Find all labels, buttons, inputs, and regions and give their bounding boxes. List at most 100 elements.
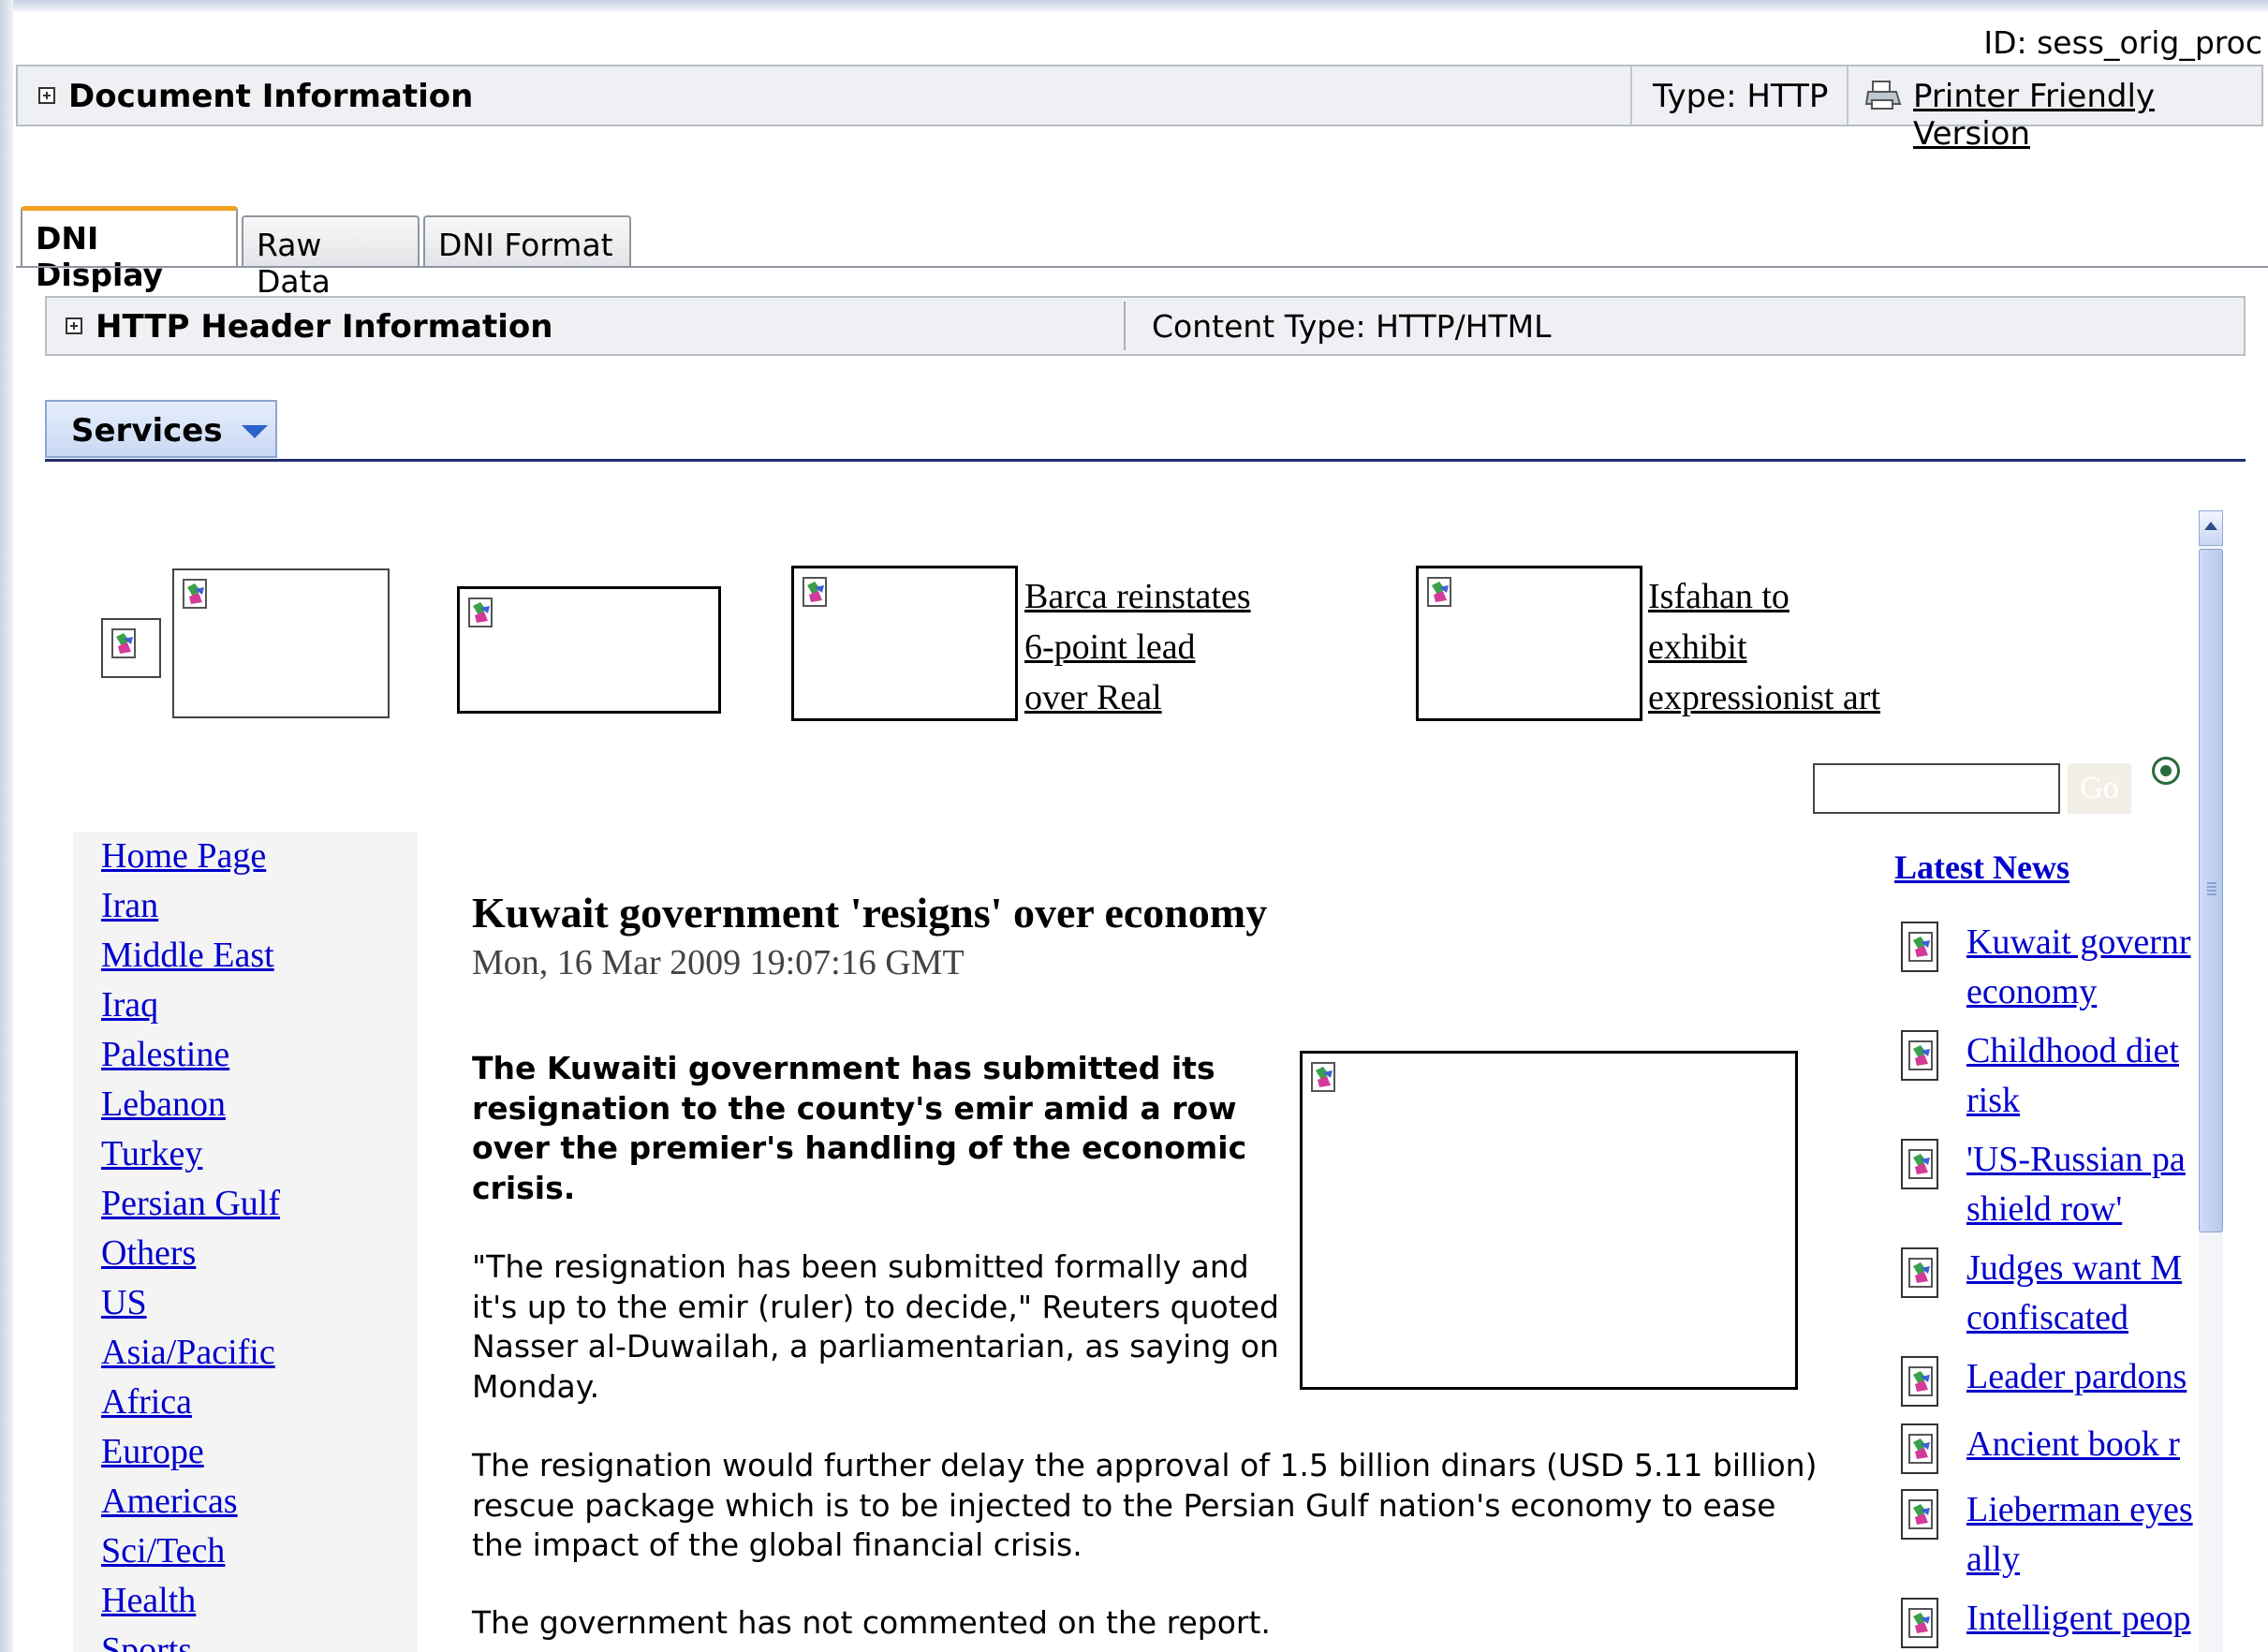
promo-image[interactable] bbox=[101, 618, 161, 678]
content-type-label: Content Type: HTTP/HTML bbox=[1152, 308, 1552, 345]
news-thumb[interactable] bbox=[1901, 1030, 1938, 1081]
nav-link-health[interactable]: Health bbox=[101, 1580, 196, 1621]
document-type-label: Type: HTTP bbox=[1653, 78, 1829, 115]
http-header-title[interactable]: HTTP Header Information bbox=[96, 308, 552, 346]
promo-title-line[interactable]: Barca reinstates bbox=[1024, 571, 1251, 622]
news-link[interactable]: ally bbox=[1966, 1535, 2020, 1585]
news-link[interactable]: shield row' bbox=[1966, 1185, 2122, 1234]
promo-link-barca[interactable]: Barca reinstates 6-point lead over Real bbox=[1024, 571, 1251, 723]
broken-image-icon bbox=[1908, 1149, 1933, 1179]
document-info-title[interactable]: Document Information bbox=[68, 78, 473, 115]
promo-title-line[interactable]: exhibit bbox=[1648, 622, 1880, 672]
news-link[interactable]: Leader pardons bbox=[1966, 1352, 2187, 1402]
news-thumb[interactable] bbox=[1901, 1139, 1938, 1189]
news-thumb[interactable] bbox=[1901, 922, 1938, 972]
nav-link-europe[interactable]: Europe bbox=[101, 1431, 204, 1472]
nav-link-lebanon[interactable]: Lebanon bbox=[101, 1084, 226, 1125]
latest-news-title[interactable]: Latest News bbox=[1894, 848, 2069, 887]
news-link[interactable]: risk bbox=[1966, 1076, 2020, 1126]
broken-image-icon bbox=[1427, 577, 1451, 607]
printer-icon[interactable] bbox=[1864, 80, 1902, 111]
dni-content-frame: Barca reinstates 6-point lead over Real … bbox=[45, 506, 2199, 1652]
services-menu-button[interactable]: Services bbox=[45, 400, 277, 458]
promo-title-line[interactable]: 6-point lead bbox=[1024, 622, 1251, 672]
broken-image-icon bbox=[1908, 1040, 1933, 1070]
divider bbox=[1847, 66, 1848, 125]
news-link[interactable]: Kuwait governr bbox=[1966, 918, 2191, 967]
scroll-up-button[interactable] bbox=[2199, 510, 2223, 546]
scrollbar-grip-icon bbox=[2207, 882, 2216, 895]
services-rule bbox=[45, 459, 2246, 462]
nav-link-us[interactable]: US bbox=[101, 1282, 147, 1323]
tab-dni-format[interactable]: DNI Format bbox=[423, 215, 631, 267]
news-thumb[interactable] bbox=[1901, 1598, 1938, 1648]
latest-news-list: Kuwait governr economy Childhood diet ri… bbox=[1901, 918, 2199, 1652]
expand-icon[interactable] bbox=[38, 87, 55, 104]
tab-raw-data[interactable]: Raw Data bbox=[242, 215, 420, 300]
nav-link-iraq[interactable]: Iraq bbox=[101, 984, 158, 1025]
article-paragraph: The resignation would further delay the … bbox=[472, 1447, 1818, 1563]
window-top-edge bbox=[0, 0, 2268, 11]
broken-image-icon bbox=[803, 577, 827, 607]
tab-dni-display[interactable]: DNI Display bbox=[21, 206, 238, 293]
nav-link-home-page[interactable]: Home Page bbox=[101, 835, 266, 877]
document-info-bar: Document Information Type: HTTP Printer … bbox=[16, 65, 2263, 153]
nav-link-americas[interactable]: Americas bbox=[101, 1481, 238, 1522]
broken-image-icon bbox=[468, 597, 493, 627]
broken-image-icon bbox=[1908, 1258, 1933, 1288]
broken-image-icon bbox=[1311, 1062, 1335, 1092]
news-link[interactable]: economy bbox=[1966, 967, 2097, 1017]
news-link[interactable]: Lieberman eyes bbox=[1966, 1485, 2193, 1535]
news-thumb[interactable] bbox=[1901, 1423, 1938, 1474]
nav-link-sci-tech[interactable]: Sci/Tech bbox=[101, 1530, 225, 1571]
broken-image-icon bbox=[183, 579, 207, 609]
news-thumb[interactable] bbox=[1901, 1489, 1938, 1540]
printer-friendly-link[interactable]: Printer Friendly Version bbox=[1913, 78, 2261, 153]
nav-link-turkey[interactable]: Turkey bbox=[101, 1133, 202, 1174]
promo-image[interactable] bbox=[172, 568, 390, 718]
article-lead: The Kuwaiti government has submitted its… bbox=[472, 1050, 1247, 1206]
nav-link-africa[interactable]: Africa bbox=[101, 1381, 192, 1423]
nav-link-others[interactable]: Others bbox=[101, 1232, 196, 1274]
services-label: Services bbox=[71, 412, 223, 450]
broken-image-icon bbox=[111, 628, 136, 658]
news-link[interactable]: Childhood diet bbox=[1966, 1026, 2179, 1076]
broken-image-icon bbox=[1908, 1608, 1933, 1638]
promo-image[interactable] bbox=[791, 566, 1018, 721]
promo-image[interactable] bbox=[1416, 566, 1642, 721]
nav-link-middle-east[interactable]: Middle East bbox=[101, 935, 274, 976]
article-paragraph: The government has not commented on the … bbox=[472, 1604, 1271, 1641]
promo-title-line[interactable]: Isfahan to bbox=[1648, 571, 1880, 622]
scrollbar-thumb[interactable] bbox=[2199, 549, 2223, 1232]
promo-title-line[interactable]: expressionist art bbox=[1648, 672, 1880, 723]
broken-image-icon bbox=[1908, 1434, 1933, 1464]
chevron-down-icon bbox=[242, 425, 268, 438]
go-button[interactable]: Go bbox=[2068, 763, 2131, 814]
nav-link-iran[interactable]: Iran bbox=[101, 885, 158, 926]
news-thumb[interactable] bbox=[1901, 1247, 1938, 1298]
news-link[interactable]: Intelligent peop bbox=[1966, 1594, 2191, 1644]
news-link[interactable]: 'US-Russian pa bbox=[1966, 1135, 2186, 1185]
divider bbox=[1630, 66, 1632, 125]
broken-image-icon bbox=[1908, 932, 1933, 962]
news-link[interactable]: confiscated bbox=[1966, 1293, 2128, 1343]
news-thumb[interactable] bbox=[1901, 1356, 1938, 1407]
news-link[interactable]: Ancient book r bbox=[1966, 1420, 2180, 1469]
radio-button[interactable] bbox=[2152, 757, 2180, 785]
news-link[interactable]: Judges want M bbox=[1966, 1244, 2182, 1293]
section-nav: Home Page Iran Middle East Iraq Palestin… bbox=[73, 832, 418, 1652]
tab-baseline bbox=[16, 266, 2268, 268]
expand-icon[interactable] bbox=[66, 317, 82, 334]
window-left-edge bbox=[0, 0, 13, 1652]
nav-link-persian-gulf[interactable]: Persian Gulf bbox=[101, 1183, 280, 1224]
session-id-label: ID: sess_orig_proc bbox=[1983, 24, 2262, 61]
promo-title-line[interactable]: over Real bbox=[1024, 672, 1251, 723]
broken-image-icon bbox=[1908, 1366, 1933, 1396]
nav-link-asia-pacific[interactable]: Asia/Pacific bbox=[101, 1332, 275, 1373]
article-paragraph: "The resignation has been submitted form… bbox=[472, 1248, 1279, 1405]
nav-link-palestine[interactable]: Palestine bbox=[101, 1034, 229, 1075]
nav-link-sports[interactable]: Sports bbox=[101, 1630, 192, 1652]
search-input[interactable] bbox=[1813, 763, 2060, 814]
promo-link-isfahan[interactable]: Isfahan to exhibit expressionist art bbox=[1648, 571, 1880, 723]
promo-image[interactable] bbox=[457, 586, 721, 714]
